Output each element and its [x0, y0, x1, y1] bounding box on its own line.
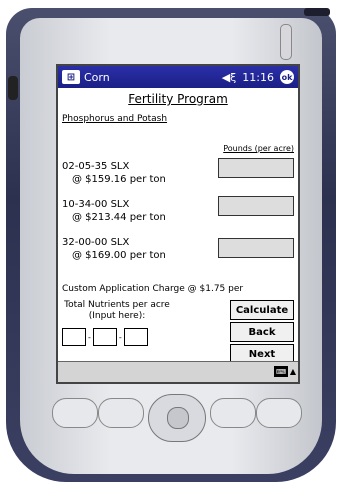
pda-screen: ⊞ Corn ◀ξ 11:16 ok Fertility Program Pho…: [56, 64, 300, 384]
custom-application-charge: Custom Application Charge @ $1.75 per: [62, 284, 244, 294]
section-label: Phosphorus and Potash: [62, 114, 168, 124]
separator: -: [118, 332, 122, 342]
item-name: 10-34-00 SLX: [62, 199, 130, 210]
app-title: Corn: [84, 70, 110, 84]
power-button[interactable]: [304, 8, 330, 16]
arrow-up-icon[interactable]: ▲: [290, 367, 296, 376]
keyboard-icon[interactable]: ⌨: [274, 366, 288, 377]
side-record-button[interactable]: [8, 76, 18, 100]
nutrient-p-input[interactable]: [92, 328, 117, 346]
item-name: 02-05-35 SLX: [62, 161, 130, 172]
hardware-button-2[interactable]: [98, 398, 144, 428]
item-label-3: 32-00-00 SLX @ $169.00 per ton: [62, 236, 166, 262]
hardware-button-3[interactable]: [210, 398, 256, 428]
start-icon[interactable]: ⊞: [62, 70, 80, 84]
item-price: @ $159.16 per ton: [72, 174, 166, 185]
pounds-column-label: Pounds (per acre): [223, 144, 294, 153]
separator: -: [88, 332, 91, 342]
item-name: 32-00-00 SLX: [62, 237, 130, 248]
ok-button[interactable]: ok: [280, 70, 294, 84]
pounds-input-2[interactable]: [218, 196, 294, 216]
hardware-button-4[interactable]: [256, 398, 302, 428]
pounds-input-1[interactable]: [218, 158, 294, 178]
item-price: @ $169.00 per ton: [72, 250, 166, 261]
calculate-button[interactable]: Calculate: [230, 300, 294, 320]
hardware-button-1[interactable]: [52, 398, 98, 428]
stylus[interactable]: [280, 24, 292, 60]
item-label-1: 02-05-35 SLX @ $159.16 per ton: [62, 160, 166, 186]
item-price: @ $213.44 per ton: [72, 212, 166, 223]
pounds-input-3[interactable]: [218, 238, 294, 258]
total-nutrients-label: Total Nutrients per acre (Input here):: [64, 300, 170, 321]
item-label-2: 10-34-00 SLX @ $213.44 per ton: [62, 198, 166, 224]
speaker-icon[interactable]: ◀ξ: [222, 71, 237, 84]
form-content: Fertility Program Phosphorus and Potash …: [58, 88, 298, 364]
clock[interactable]: 11:16: [242, 71, 274, 84]
title-bar: ⊞ Corn ◀ξ 11:16 ok: [58, 66, 298, 88]
back-button[interactable]: Back: [230, 322, 294, 342]
nutrient-inputs: - -: [62, 328, 148, 346]
taskbar: ⌨ ▲: [58, 361, 298, 382]
nutrient-n-input[interactable]: [62, 328, 86, 346]
directional-pad[interactable]: [148, 394, 206, 442]
page-title: Fertility Program: [128, 92, 228, 106]
dpad-center-button[interactable]: [167, 407, 189, 429]
nutrient-k-input[interactable]: [123, 328, 148, 346]
